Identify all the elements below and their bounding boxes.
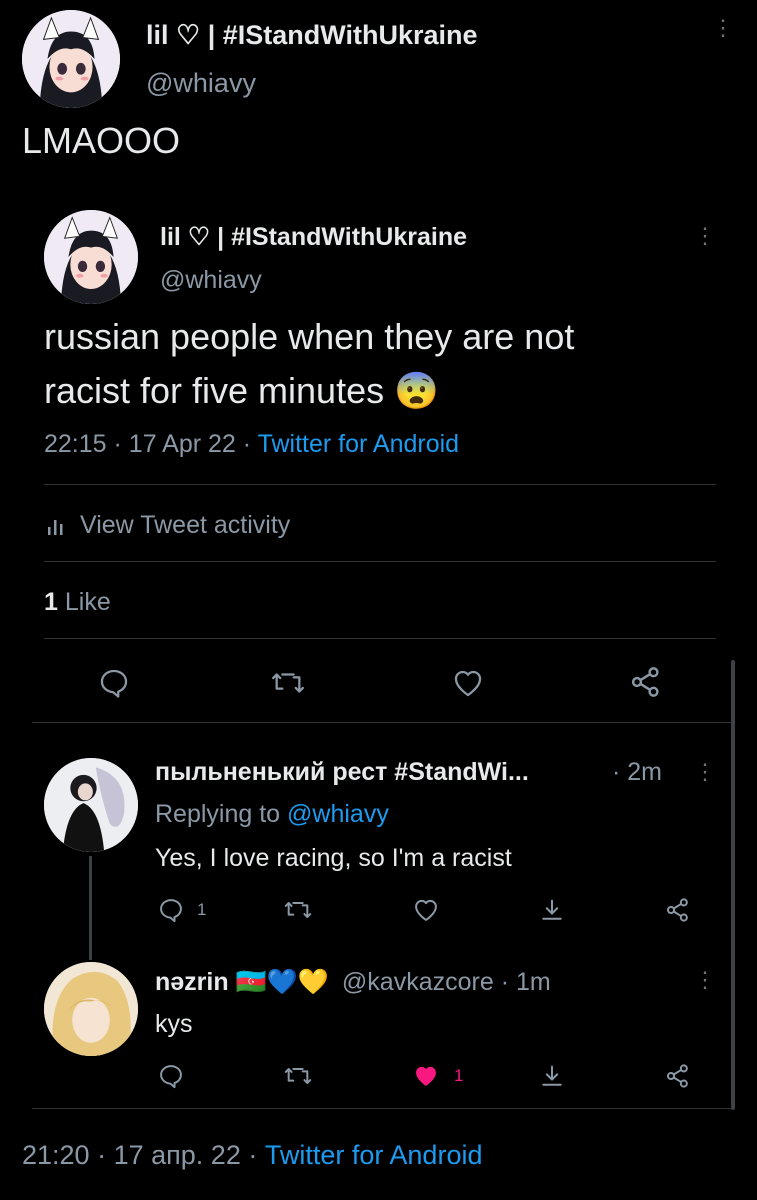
like-icon[interactable] <box>451 666 485 700</box>
quoted-tweet-meta: 22:15 · 17 Apr 22 · Twitter for Android <box>44 430 459 459</box>
reply-2-reply-icon[interactable] <box>157 1062 185 1090</box>
reply-1-time-value: 2m <box>627 758 663 786</box>
main-tweet-text: LMAOOO <box>22 120 181 161</box>
scrollbar[interactable] <box>731 660 735 1110</box>
reply-1-reply-count: 1 <box>197 900 207 919</box>
main-display-name[interactable]: lil ♡ | #IStandWithUkraine <box>146 20 478 51</box>
quoted-more-icon[interactable]: ⋮ <box>694 225 716 247</box>
meta-separator: · <box>500 968 510 996</box>
divider <box>32 722 732 723</box>
divider <box>32 1108 732 1109</box>
reply-1-more-share-icon[interactable] <box>664 896 692 924</box>
main-time: 21:20 <box>22 1140 90 1170</box>
activity-chart-icon <box>44 514 70 536</box>
reply-2-more-icon[interactable]: ⋮ <box>694 969 716 991</box>
quoted-time: 22:15 <box>44 430 107 458</box>
reply-1-retweet-icon[interactable] <box>283 896 313 924</box>
flag-hearts-emoji: 🇦🇿💙💛 <box>235 968 329 996</box>
likes-count: 1 <box>44 588 58 616</box>
view-tweet-activity[interactable]: View Tweet activity <box>44 508 290 542</box>
reply-2-time: 1m <box>515 968 551 996</box>
view-tweet-activity-label: View Tweet activity <box>80 510 291 539</box>
retweet-icon[interactable] <box>270 666 306 700</box>
meta-separator: · <box>248 1140 258 1170</box>
likes-label: Like <box>64 588 111 616</box>
main-tweet-meta: 21:20 · 17 апр. 22 · Twitter for Android <box>22 1140 482 1171</box>
meta-separator: · <box>97 1140 107 1170</box>
divider <box>44 484 716 485</box>
reply-1-display-name[interactable]: пыльненький рест #StandWi... <box>155 758 529 787</box>
reply-1-replying-to: Replying to @whiavy <box>155 800 389 829</box>
quoted-tweet-text-line-1: russian people when they are not <box>44 316 575 357</box>
reply-1-like-icon[interactable] <box>412 896 440 924</box>
replying-to-handle[interactable]: @whiavy <box>287 800 389 828</box>
quoted-tweet-text-line-2-content: racist for five minutes <box>44 370 385 411</box>
quoted-date: 17 Apr 22 <box>128 430 236 458</box>
main-handle[interactable]: @whiavy <box>146 68 256 99</box>
reply-2-header: nəzrin 🇦🇿💙💛 @kavkazcore · 1m <box>155 968 551 997</box>
reply-2-more-share-icon[interactable] <box>664 1062 692 1090</box>
reply-1-text: Yes, I love racing, so I'm a racist <box>155 844 512 872</box>
share-icon[interactable] <box>628 664 664 700</box>
quoted-tweet-text-line-2: racist for five minutes 😨 <box>44 370 439 412</box>
reply-2-avatar[interactable] <box>44 962 138 1056</box>
meta-separator: · <box>612 758 621 786</box>
reply-2-like-count: 1 <box>454 1066 464 1085</box>
reply-2-display-name[interactable]: nəzrin <box>155 968 229 996</box>
fearful-face-emoji: 😨 <box>394 370 439 411</box>
quoted-avatar[interactable] <box>44 210 138 304</box>
reply-1-avatar[interactable] <box>44 758 138 852</box>
reply-1-share-icon[interactable] <box>538 896 566 924</box>
main-avatar[interactable] <box>22 10 120 108</box>
reply-2-handle[interactable]: @kavkazcore <box>342 968 494 996</box>
divider <box>44 638 716 639</box>
likes-stat[interactable]: 1 Like <box>44 588 111 617</box>
main-source-link[interactable]: Twitter for Android <box>265 1140 483 1170</box>
quoted-display-name[interactable]: lil ♡ | #IStandWithUkraine <box>160 222 467 252</box>
reply-2-text: kys <box>155 1010 193 1038</box>
divider <box>44 561 716 562</box>
reply-1-reply-icon[interactable] <box>157 896 185 924</box>
replying-to-prefix: Replying to <box>155 800 281 828</box>
reply-2-share-icon[interactable] <box>538 1062 566 1090</box>
quoted-handle[interactable]: @whiavy <box>160 266 262 295</box>
reply-thread-line <box>89 856 92 960</box>
quoted-source-link[interactable]: Twitter for Android <box>258 430 459 458</box>
meta-separator: · <box>113 430 122 458</box>
reply-icon[interactable] <box>97 666 131 700</box>
meta-separator: · <box>242 430 252 458</box>
reply-2-like-icon[interactable] <box>412 1062 440 1090</box>
reply-1-more-icon[interactable]: ⋮ <box>694 761 716 783</box>
main-date: 17 апр. 22 <box>113 1140 241 1170</box>
reply-1-time: · 2m <box>612 758 662 787</box>
main-more-icon[interactable]: ⋮ <box>712 17 734 39</box>
reply-2-retweet-icon[interactable] <box>283 1062 313 1090</box>
